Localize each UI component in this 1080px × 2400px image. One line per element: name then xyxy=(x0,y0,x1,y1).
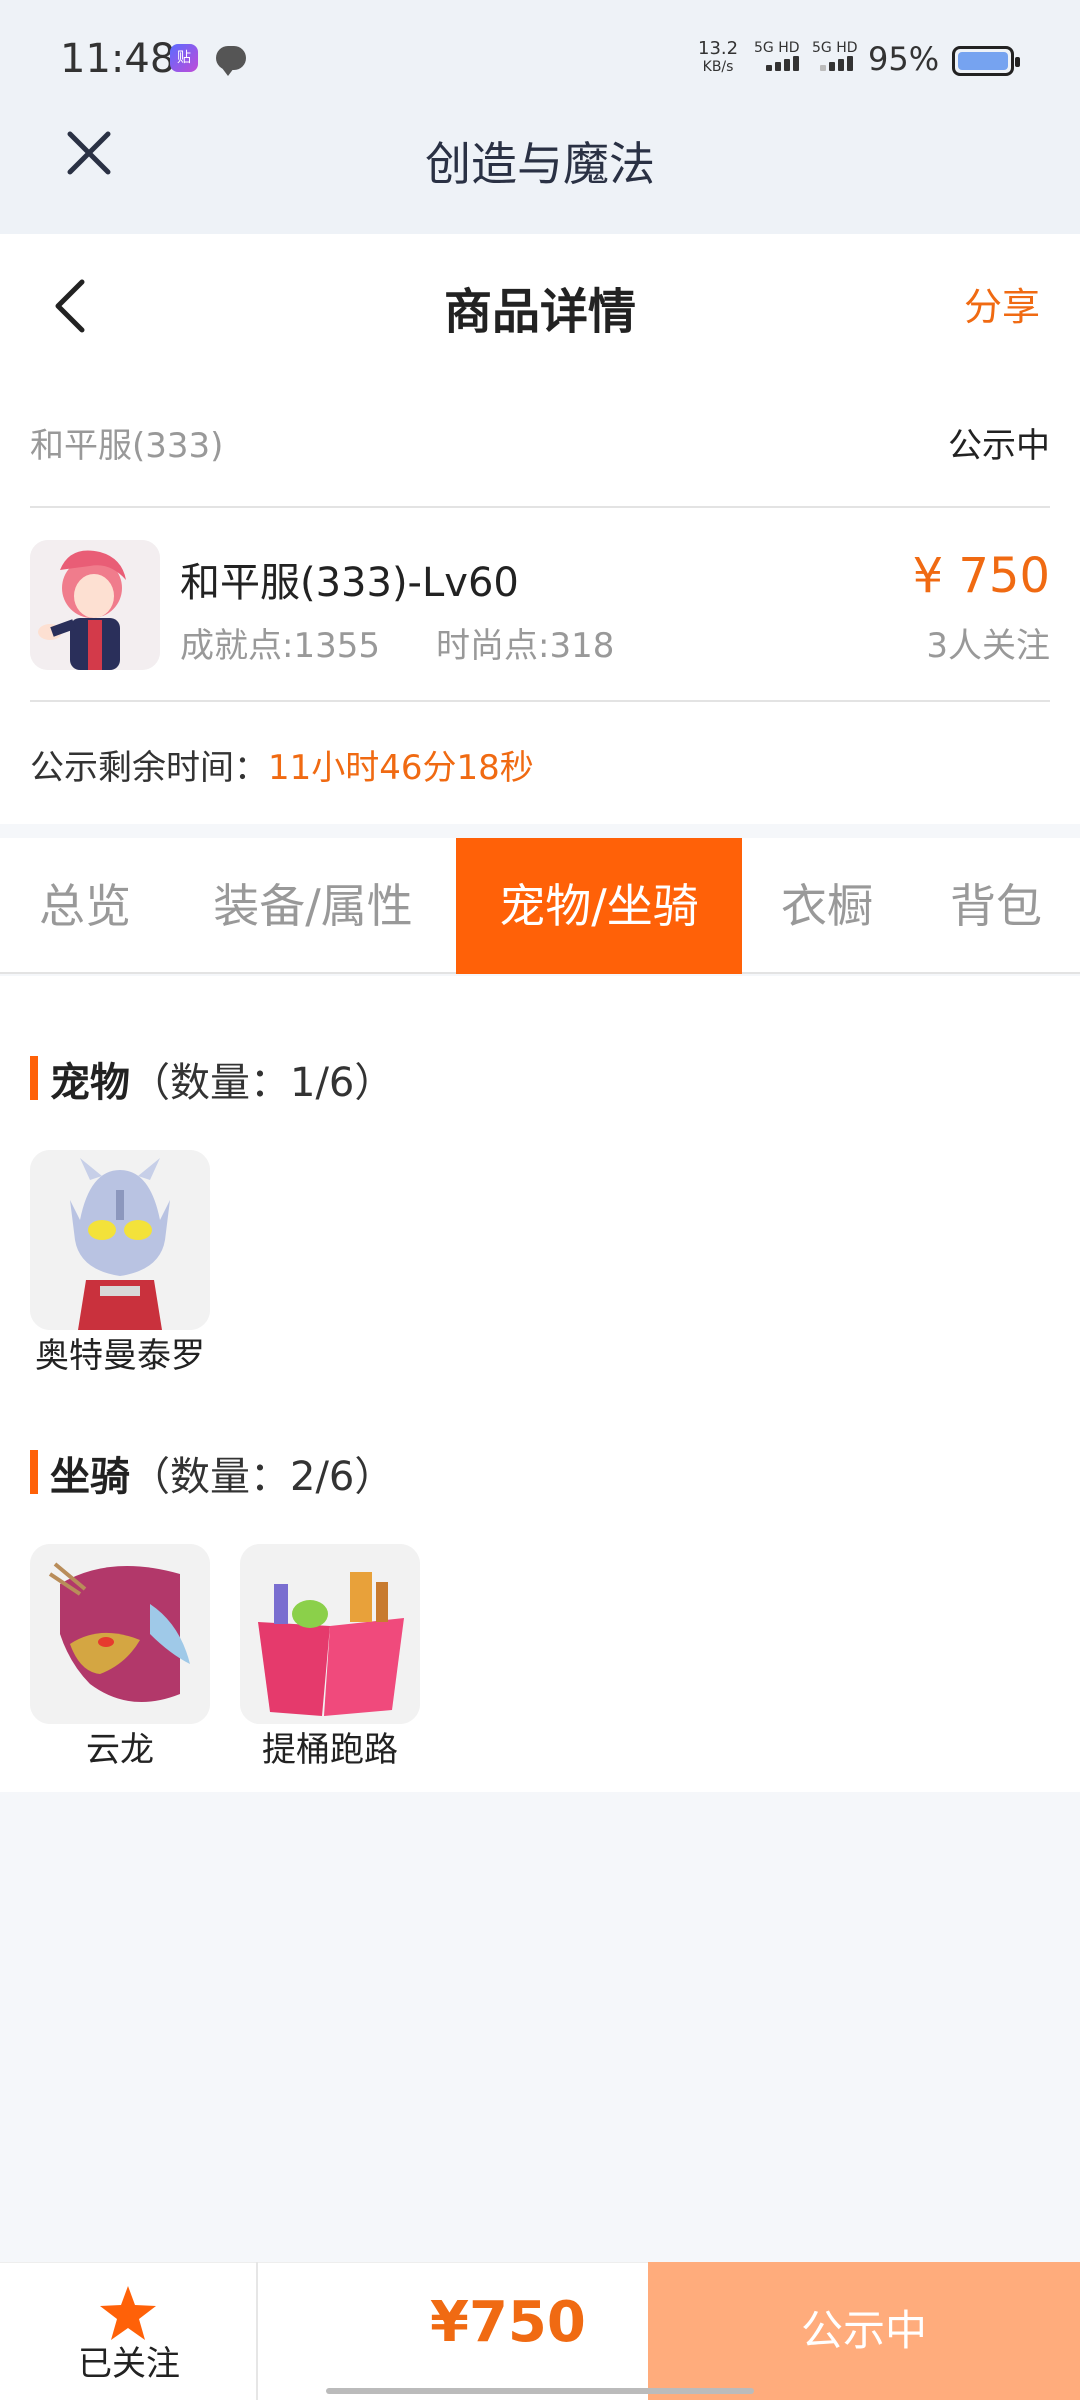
mount-thumbnail[interactable] xyxy=(240,1544,420,1724)
follower-count: 3人关注 xyxy=(926,626,1050,666)
divider xyxy=(256,2262,258,2400)
fashion-points: 时尚点:318 xyxy=(435,626,615,666)
star-icon[interactable] xyxy=(98,2284,158,2342)
tab-overview[interactable]: 总览 xyxy=(0,838,170,974)
share-button[interactable]: 分享 xyxy=(964,276,1040,331)
network-speed: 13.2 KB/s xyxy=(698,40,738,76)
buy-status-button[interactable]: 公示中 xyxy=(648,2262,1080,2400)
item-name: 和平服(333)-Lv60 xyxy=(180,560,519,606)
app-notification-icon: 贴 xyxy=(170,44,198,72)
tab-equipment[interactable]: 装备/属性 xyxy=(170,838,456,974)
signal-2-icon xyxy=(820,56,853,71)
remaining-time-value: 11小时46分18秒 xyxy=(268,748,534,788)
pets-title: 宠物 xyxy=(50,1060,130,1106)
status-time: 11:48 xyxy=(60,36,176,82)
pet-name: 奥特曼泰罗 xyxy=(35,1336,205,1376)
tab-bar: 总览 装备/属性 宠物/坐骑 衣橱 背包 xyxy=(0,838,1080,974)
mount-name: 提桶跑路 xyxy=(262,1730,398,1770)
achievement-points: 成就点:1355 xyxy=(180,626,380,666)
tab-wardrobe[interactable]: 衣橱 xyxy=(742,838,912,974)
remaining-time-label: 公示剩余时间： xyxy=(30,748,268,788)
network-type-2: 5G HD xyxy=(812,40,858,56)
mount-thumbnail[interactable] xyxy=(30,1544,210,1724)
battery-icon xyxy=(952,46,1020,76)
pets-section-title: 宠物（数量：1/6） xyxy=(30,1050,394,1108)
tab-pets-mounts[interactable]: 宠物/坐骑 xyxy=(456,838,742,974)
chat-notification-icon xyxy=(216,46,246,76)
mounts-title: 坐骑 xyxy=(50,1454,130,1500)
network-type-1: 5G HD xyxy=(754,40,800,56)
mount-name: 云龙 xyxy=(86,1730,154,1770)
home-indicator[interactable] xyxy=(326,2388,754,2394)
bottom-price: ¥750 xyxy=(430,2290,586,2355)
divider xyxy=(30,700,1050,702)
page-title: 商品详情 xyxy=(443,284,636,340)
status-badge: 公示中 xyxy=(948,426,1050,466)
character-avatar xyxy=(30,540,160,670)
page: 11:48 贴 13.2 KB/s 5G HD 5G HD 95% 创造与魔法 … xyxy=(0,0,1080,2400)
divider xyxy=(30,506,1050,508)
item-price: ¥ 750 xyxy=(912,548,1050,604)
pets-qty: （数量：1/6） xyxy=(130,1060,395,1106)
mounts-qty: （数量：2/6） xyxy=(130,1454,395,1500)
item-stats: 成就点:1355 时尚点:318 xyxy=(180,618,614,667)
mounts-section-title: 坐骑（数量：2/6） xyxy=(30,1444,394,1502)
network-speed-unit: KB/s xyxy=(702,59,734,75)
follow-button-label[interactable]: 已关注 xyxy=(0,2336,258,2385)
signal-1-icon xyxy=(766,56,799,71)
battery-percent: 95% xyxy=(868,40,940,78)
network-speed-value: 13.2 xyxy=(698,38,739,59)
pet-thumbnail[interactable] xyxy=(30,1150,210,1330)
miniapp-title: 创造与魔法 xyxy=(425,137,655,191)
remaining-time: 公示剩余时间：11小时46分18秒 xyxy=(30,740,534,789)
tab-backpack[interactable]: 背包 xyxy=(912,838,1080,974)
server-name: 和平服(333) xyxy=(30,426,224,466)
